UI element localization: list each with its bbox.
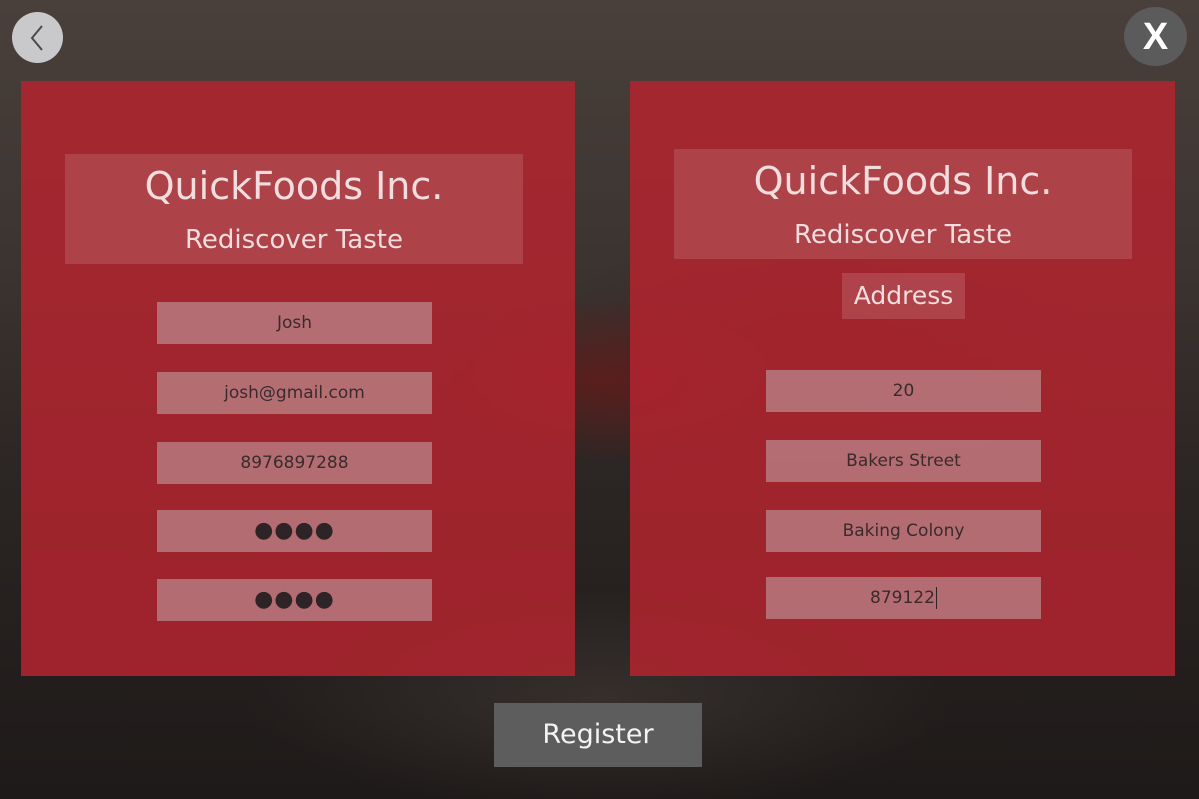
pincode-value: 879122	[870, 588, 935, 608]
close-icon: X	[1142, 15, 1169, 58]
chevron-left-icon	[30, 24, 43, 51]
brand-subtitle: Rediscover Taste	[185, 225, 403, 255]
brand-header: QuickFoods Inc. Rediscover Taste	[65, 154, 523, 264]
brand-subtitle: Rediscover Taste	[794, 220, 1012, 250]
address-panel: QuickFoods Inc. Rediscover Taste Address…	[630, 81, 1175, 676]
email-field[interactable]: josh@gmail.com	[157, 372, 432, 414]
password-field[interactable]: ●●●●	[157, 510, 432, 552]
brand-header: QuickFoods Inc. Rediscover Taste	[674, 149, 1132, 259]
locality-field[interactable]: Baking Colony	[766, 510, 1041, 552]
brand-title: QuickFoods Inc.	[144, 164, 444, 208]
text-cursor	[935, 587, 937, 609]
brand-title: QuickFoods Inc.	[753, 159, 1053, 203]
name-field[interactable]: Josh	[157, 302, 432, 344]
pincode-field[interactable]: 879122	[766, 577, 1041, 619]
phone-field[interactable]: 8976897288	[157, 442, 432, 484]
register-button[interactable]: Register	[494, 703, 702, 767]
confirm-password-field[interactable]: ●●●●	[157, 579, 432, 621]
house-number-field[interactable]: 20	[766, 370, 1041, 412]
address-section-label: Address	[842, 273, 965, 319]
close-button[interactable]: X	[1124, 7, 1187, 66]
street-field[interactable]: Bakers Street	[766, 440, 1041, 482]
back-button[interactable]	[12, 12, 63, 63]
personal-details-panel: QuickFoods Inc. Rediscover Taste Josh jo…	[21, 81, 575, 676]
registration-screen: X QuickFoods Inc. Rediscover Taste Josh …	[0, 0, 1199, 799]
